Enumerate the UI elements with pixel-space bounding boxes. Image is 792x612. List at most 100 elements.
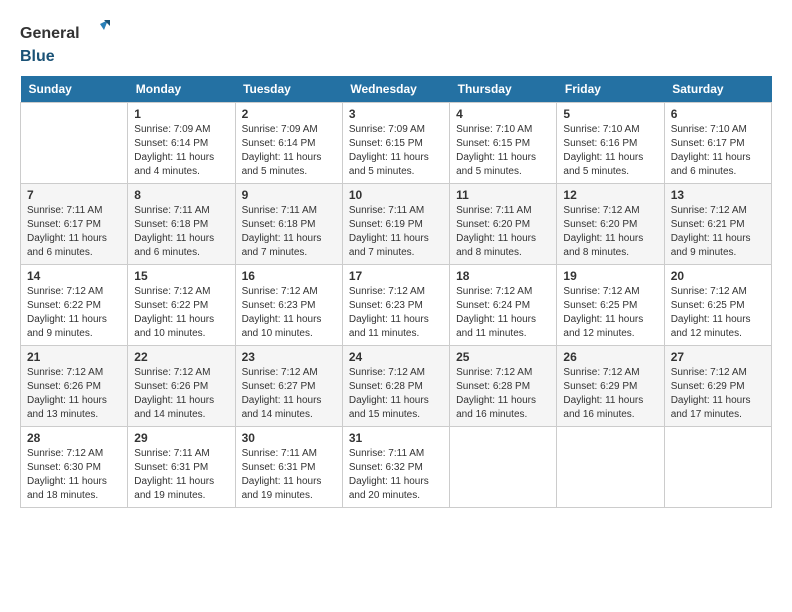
day-info: Sunrise: 7:10 AM Sunset: 6:15 PM Dayligh… xyxy=(456,123,550,179)
day-number: 10 xyxy=(349,188,443,202)
calendar-cell: 7 Sunrise: 7:11 AM Sunset: 6:17 PM Daylig… xyxy=(21,183,128,264)
day-number: 4 xyxy=(456,107,550,121)
day-info: Sunrise: 7:12 AM Sunset: 6:26 PM Dayligh… xyxy=(134,366,228,422)
calendar-week-row: 7 Sunrise: 7:11 AM Sunset: 6:17 PM Daylig… xyxy=(21,183,772,264)
day-info: Sunrise: 7:10 AM Sunset: 6:17 PM Dayligh… xyxy=(671,123,765,179)
day-number: 30 xyxy=(242,431,336,445)
day-info: Sunrise: 7:12 AM Sunset: 6:28 PM Dayligh… xyxy=(456,366,550,422)
day-info: Sunrise: 7:12 AM Sunset: 6:22 PM Dayligh… xyxy=(134,285,228,341)
logo-general-text: General xyxy=(20,25,80,43)
calendar-cell: 9 Sunrise: 7:11 AM Sunset: 6:18 PM Daylig… xyxy=(235,183,342,264)
day-info: Sunrise: 7:11 AM Sunset: 6:18 PM Dayligh… xyxy=(242,204,336,260)
day-info: Sunrise: 7:10 AM Sunset: 6:16 PM Dayligh… xyxy=(563,123,657,179)
day-of-week-header: Monday xyxy=(128,76,235,103)
day-of-week-header: Saturday xyxy=(664,76,771,103)
calendar-cell: 28Sunrise: 7:12 AM Sunset: 6:30 PM Dayli… xyxy=(21,426,128,507)
logo-blue-text: Blue xyxy=(20,48,55,66)
day-number: 11 xyxy=(456,188,550,202)
day-number: 23 xyxy=(242,350,336,364)
calendar-cell xyxy=(557,426,664,507)
day-number: 6 xyxy=(671,107,765,121)
day-number: 13 xyxy=(671,188,765,202)
calendar-cell: 24Sunrise: 7:12 AM Sunset: 6:28 PM Dayli… xyxy=(342,345,449,426)
day-number: 16 xyxy=(242,269,336,283)
calendar-cell xyxy=(21,102,128,183)
day-info: Sunrise: 7:09 AM Sunset: 6:14 PM Dayligh… xyxy=(242,123,336,179)
day-info: Sunrise: 7:12 AM Sunset: 6:27 PM Dayligh… xyxy=(242,366,336,422)
day-number: 27 xyxy=(671,350,765,364)
day-info: Sunrise: 7:11 AM Sunset: 6:32 PM Dayligh… xyxy=(349,447,443,503)
calendar-cell: 23 Sunrise: 7:12 AM Sunset: 6:27 PM Dayli… xyxy=(235,345,342,426)
day-number: 12 xyxy=(563,188,657,202)
calendar-cell: 16 Sunrise: 7:12 AM Sunset: 6:23 PM Dayli… xyxy=(235,264,342,345)
day-number: 26 xyxy=(563,350,657,364)
day-info: Sunrise: 7:12 AM Sunset: 6:20 PM Dayligh… xyxy=(563,204,657,260)
day-info: Sunrise: 7:11 AM Sunset: 6:31 PM Dayligh… xyxy=(134,447,228,503)
calendar-header-row: SundayMondayTuesdayWednesdayThursdayFrid… xyxy=(21,76,772,103)
day-info: Sunrise: 7:11 AM Sunset: 6:17 PM Dayligh… xyxy=(27,204,121,260)
day-info: Sunrise: 7:12 AM Sunset: 6:22 PM Dayligh… xyxy=(27,285,121,341)
calendar-week-row: 28Sunrise: 7:12 AM Sunset: 6:30 PM Dayli… xyxy=(21,426,772,507)
day-info: Sunrise: 7:12 AM Sunset: 6:23 PM Dayligh… xyxy=(242,285,336,341)
day-number: 9 xyxy=(242,188,336,202)
calendar-cell: 2 Sunrise: 7:09 AM Sunset: 6:14 PM Daylig… xyxy=(235,102,342,183)
day-number: 24 xyxy=(349,350,443,364)
day-info: Sunrise: 7:12 AM Sunset: 6:26 PM Dayligh… xyxy=(27,366,121,422)
calendar-cell: 26 Sunrise: 7:12 AM Sunset: 6:29 PM Dayli… xyxy=(557,345,664,426)
day-number: 1 xyxy=(134,107,228,121)
calendar-cell: 29 Sunrise: 7:11 AM Sunset: 6:31 PM Dayli… xyxy=(128,426,235,507)
day-number: 19 xyxy=(563,269,657,283)
day-number: 5 xyxy=(563,107,657,121)
calendar-cell: 21 Sunrise: 7:12 AM Sunset: 6:26 PM Dayli… xyxy=(21,345,128,426)
calendar-cell: 18 Sunrise: 7:12 AM Sunset: 6:24 PM Dayli… xyxy=(450,264,557,345)
calendar-cell: 19Sunrise: 7:12 AM Sunset: 6:25 PM Dayli… xyxy=(557,264,664,345)
day-number: 14 xyxy=(27,269,121,283)
calendar-cell: 15 Sunrise: 7:12 AM Sunset: 6:22 PM Dayli… xyxy=(128,264,235,345)
calendar-table: SundayMondayTuesdayWednesdayThursdayFrid… xyxy=(20,76,772,508)
day-number: 21 xyxy=(27,350,121,364)
day-info: Sunrise: 7:12 AM Sunset: 6:29 PM Dayligh… xyxy=(563,366,657,422)
calendar-cell: 30Sunrise: 7:11 AM Sunset: 6:31 PM Dayli… xyxy=(235,426,342,507)
calendar-week-row: 14 Sunrise: 7:12 AM Sunset: 6:22 PM Dayli… xyxy=(21,264,772,345)
day-of-week-header: Tuesday xyxy=(235,76,342,103)
day-info: Sunrise: 7:11 AM Sunset: 6:19 PM Dayligh… xyxy=(349,204,443,260)
calendar-cell: 5 Sunrise: 7:10 AM Sunset: 6:16 PM Daylig… xyxy=(557,102,664,183)
calendar-cell: 20 Sunrise: 7:12 AM Sunset: 6:25 PM Dayli… xyxy=(664,264,771,345)
calendar-cell: 17Sunrise: 7:12 AM Sunset: 6:23 PM Dayli… xyxy=(342,264,449,345)
day-number: 22 xyxy=(134,350,228,364)
day-info: Sunrise: 7:09 AM Sunset: 6:14 PM Dayligh… xyxy=(134,123,228,179)
day-of-week-header: Wednesday xyxy=(342,76,449,103)
calendar-cell: 25 Sunrise: 7:12 AM Sunset: 6:28 PM Dayli… xyxy=(450,345,557,426)
day-number: 18 xyxy=(456,269,550,283)
calendar-cell: 1 Sunrise: 7:09 AM Sunset: 6:14 PM Daylig… xyxy=(128,102,235,183)
calendar-cell: 12 Sunrise: 7:12 AM Sunset: 6:20 PM Dayli… xyxy=(557,183,664,264)
day-number: 31 xyxy=(349,431,443,445)
calendar-cell: 31 Sunrise: 7:11 AM Sunset: 6:32 PM Dayli… xyxy=(342,426,449,507)
day-number: 3 xyxy=(349,107,443,121)
calendar-cell: 13 Sunrise: 7:12 AM Sunset: 6:21 PM Dayli… xyxy=(664,183,771,264)
calendar-week-row: 21 Sunrise: 7:12 AM Sunset: 6:26 PM Dayli… xyxy=(21,345,772,426)
day-info: Sunrise: 7:12 AM Sunset: 6:23 PM Dayligh… xyxy=(349,285,443,341)
day-number: 8 xyxy=(134,188,228,202)
day-number: 7 xyxy=(27,188,121,202)
calendar-cell: 22 Sunrise: 7:12 AM Sunset: 6:26 PM Dayli… xyxy=(128,345,235,426)
logo: General Blue xyxy=(20,20,110,66)
day-info: Sunrise: 7:12 AM Sunset: 6:25 PM Dayligh… xyxy=(671,285,765,341)
day-number: 20 xyxy=(671,269,765,283)
calendar-cell: 8Sunrise: 7:11 AM Sunset: 6:18 PM Daylig… xyxy=(128,183,235,264)
day-number: 29 xyxy=(134,431,228,445)
day-number: 25 xyxy=(456,350,550,364)
day-number: 15 xyxy=(134,269,228,283)
calendar-cell: 3 Sunrise: 7:09 AM Sunset: 6:15 PM Daylig… xyxy=(342,102,449,183)
calendar-cell: 10 Sunrise: 7:11 AM Sunset: 6:19 PM Dayli… xyxy=(342,183,449,264)
day-info: Sunrise: 7:12 AM Sunset: 6:21 PM Dayligh… xyxy=(671,204,765,260)
page-header: General Blue xyxy=(20,20,772,66)
day-info: Sunrise: 7:09 AM Sunset: 6:15 PM Dayligh… xyxy=(349,123,443,179)
day-info: Sunrise: 7:12 AM Sunset: 6:24 PM Dayligh… xyxy=(456,285,550,341)
calendar-cell xyxy=(450,426,557,507)
day-of-week-header: Thursday xyxy=(450,76,557,103)
day-info: Sunrise: 7:12 AM Sunset: 6:29 PM Dayligh… xyxy=(671,366,765,422)
day-number: 2 xyxy=(242,107,336,121)
logo-bird-icon xyxy=(82,20,110,48)
day-number: 28 xyxy=(27,431,121,445)
